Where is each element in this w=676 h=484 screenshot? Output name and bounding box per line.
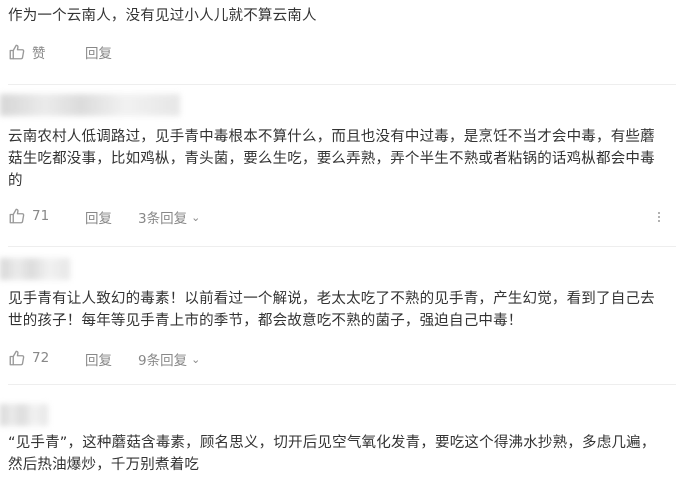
comment-actions: 72 回复 9条回复 ⌄ bbox=[8, 349, 408, 369]
comment-actions: 赞 回复 bbox=[8, 42, 408, 62]
like-button[interactable]: 赞 bbox=[8, 42, 46, 62]
replies-count: 3条回复 bbox=[138, 211, 188, 227]
comment-text: 作为一个云南人，没有见过小人儿就不算云南人 bbox=[8, 8, 317, 24]
comment-text: 云南农村人低调路过，见手青中毒根本不算什么，而且也没有中过毒，是烹饪不当才会中毒… bbox=[8, 129, 655, 189]
like-count: 71 bbox=[32, 208, 50, 224]
comment-actions: 71 回复 3条回复 ⌄ bbox=[8, 207, 676, 227]
thumbs-up-icon bbox=[9, 350, 25, 366]
comment-text: 见手青有让人致幻的毒素！以前看过一个解说，老太太吃了不熟的见手青，产生幻觉，看到… bbox=[8, 291, 655, 329]
like-button[interactable]: 72 bbox=[8, 349, 49, 367]
view-replies-button[interactable]: 3条回复 ⌄ bbox=[138, 207, 201, 228]
username-blurred bbox=[0, 258, 70, 280]
divider bbox=[8, 84, 676, 85]
username-blurred bbox=[0, 404, 48, 426]
like-count: 72 bbox=[32, 350, 50, 366]
chevron-down-icon: ⌄ bbox=[191, 210, 201, 224]
thumbs-up-icon bbox=[9, 44, 25, 60]
chevron-down-icon: ⌄ bbox=[191, 352, 201, 366]
reply-button[interactable]: 回复 bbox=[85, 42, 112, 62]
divider bbox=[8, 246, 676, 247]
reply-button[interactable]: 回复 bbox=[85, 207, 112, 227]
like-button[interactable]: 71 bbox=[8, 207, 49, 225]
reply-button[interactable]: 回复 bbox=[85, 349, 112, 369]
username-blurred bbox=[0, 94, 180, 116]
thumbs-up-icon bbox=[9, 208, 25, 224]
comment-text: “见手青”，这种蘑菇含毒素，顾名思义，切开后见空气氧化发青，要吃这个得沸水抄熟，… bbox=[8, 435, 656, 473]
divider bbox=[8, 384, 676, 385]
replies-count: 9条回复 bbox=[138, 353, 188, 369]
view-replies-button[interactable]: 9条回复 ⌄ bbox=[138, 349, 201, 370]
more-options-button[interactable] bbox=[656, 210, 662, 226]
like-label: 赞 bbox=[32, 46, 46, 62]
